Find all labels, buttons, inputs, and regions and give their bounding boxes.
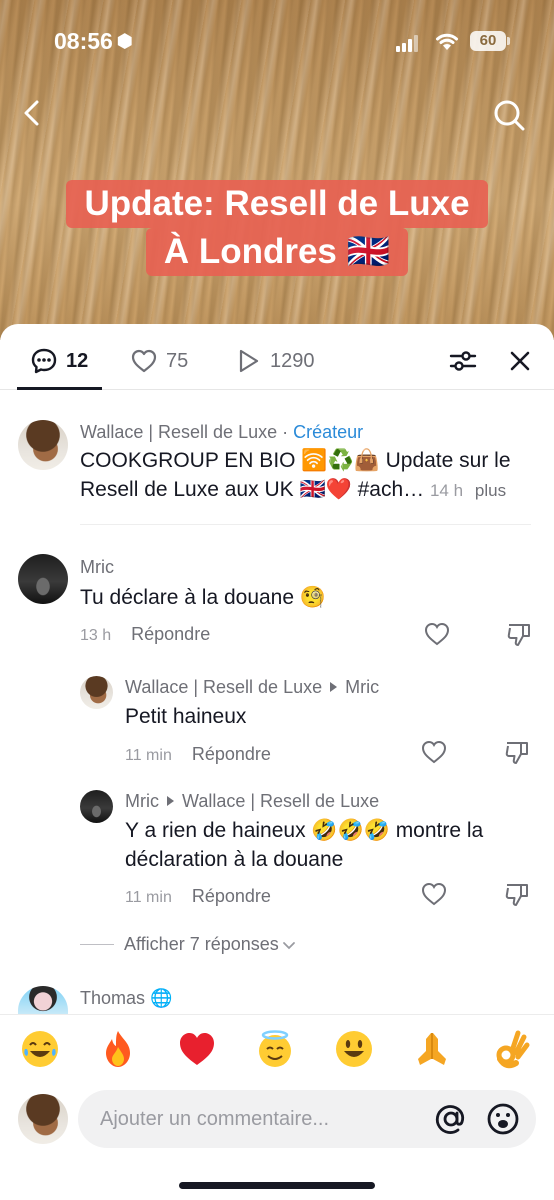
tab-views[interactable]: 1290 [234, 346, 315, 376]
dislike-icon[interactable] [505, 620, 533, 648]
emoji-button[interactable] [492, 1029, 532, 1069]
comment-time: 11 min [125, 889, 172, 906]
comments-count: 12 [66, 349, 89, 372]
reply-button[interactable]: Répondre [131, 624, 210, 644]
comment-author[interactable]: Wallace | Resell de Luxe · Créateur [80, 422, 363, 443]
comment-meta: 11 min Répondre [125, 744, 271, 765]
reply-arrow-icon [167, 796, 174, 806]
play-icon [239, 349, 259, 373]
like-heart-icon[interactable] [423, 620, 451, 648]
dislike-icon[interactable] [503, 880, 531, 908]
comment-time: 13 h [80, 627, 112, 644]
smiley-emoji-icon [336, 1031, 372, 1067]
video-title-line-2: À Londres 🇬🇧 [145, 228, 409, 276]
comment-composer[interactable] [78, 1090, 536, 1148]
dislike-icon[interactable] [503, 738, 531, 766]
emoji-button[interactable] [255, 1029, 295, 1069]
comments-sheet: 12 75 1290 Wallace | Resell de Luxe · Cr… [0, 324, 554, 1200]
signal-icon [396, 34, 420, 52]
back-icon[interactable] [18, 98, 48, 128]
comment-author[interactable]: Wallace | Resell de Luxe Mric [125, 677, 379, 698]
reply-arrow-icon [330, 682, 338, 692]
emoji-picker-icon[interactable] [486, 1102, 520, 1136]
comment-meta: 13 h Répondre [80, 624, 210, 645]
comment-time: 14 h [429, 481, 464, 500]
creator-badge: Créateur [293, 422, 364, 442]
mention-icon[interactable] [434, 1102, 468, 1136]
heart-emoji-icon [180, 1033, 214, 1065]
avatar[interactable] [18, 986, 68, 1014]
home-indicator [179, 1182, 375, 1189]
avatar[interactable] [80, 676, 113, 709]
emoji-button[interactable] [98, 1029, 138, 1069]
ok-hand-emoji-icon [496, 1030, 530, 1069]
comment-meta: 11 min Répondre [125, 886, 271, 907]
comment-text: Tu déclare à la douane 🧐 [80, 586, 327, 609]
angel-emoji-icon [259, 1030, 291, 1067]
comment-author[interactable]: Thomas 🌐 [80, 988, 172, 1009]
tab-likes[interactable]: 75 [130, 346, 188, 376]
divider [80, 524, 531, 525]
chevron-down-icon [282, 941, 295, 949]
box-icon: ⬢ [116, 31, 133, 51]
comment-author[interactable]: Mric [80, 557, 114, 578]
avatar[interactable] [18, 420, 68, 470]
comment-time: 11 min [125, 747, 172, 764]
search-icon[interactable] [492, 98, 526, 132]
laughing-emoji-icon [22, 1031, 58, 1067]
emoji-quick-bar [0, 1014, 554, 1084]
divider [80, 944, 114, 945]
tab-comments[interactable]: 12 [30, 346, 88, 376]
comment-input[interactable] [100, 1090, 430, 1148]
show-replies-button[interactable]: Afficher 7 réponses [80, 934, 296, 955]
emoji-button[interactable] [334, 1029, 374, 1069]
tab-bar: 12 75 1290 [0, 324, 554, 390]
views-count: 1290 [270, 349, 315, 372]
reply-button[interactable]: Répondre [192, 886, 271, 906]
emoji-button[interactable] [412, 1029, 452, 1069]
battery-icon: 60 [470, 31, 510, 51]
like-heart-icon[interactable] [420, 880, 448, 908]
comment-text: Y a rien de haineux 🤣🤣🤣 montre la déclar… [125, 819, 484, 871]
my-avatar [18, 1094, 68, 1144]
close-icon[interactable] [503, 344, 537, 378]
avatar[interactable] [80, 790, 113, 823]
fire-emoji-icon [106, 1031, 130, 1067]
comment-author[interactable]: Mric Wallace | Resell de Luxe [125, 791, 379, 812]
video-preview[interactable]: 08:56 ⬢ 60 Update: Resell de Luxe À Londr… [0, 0, 554, 340]
active-tab-indicator [17, 387, 102, 390]
video-title: Update: Resell de Luxe À Londres 🇬🇧 [38, 180, 516, 276]
filter-icon[interactable] [446, 344, 480, 378]
comment-text: COOKGROUP EN BIO 🛜♻️👜 Update sur le Rese… [80, 449, 511, 501]
reply-button[interactable]: Répondre [192, 744, 271, 764]
status-time: 08:56 ⬢ [54, 28, 133, 54]
emoji-button[interactable] [177, 1029, 217, 1069]
comment-icon [31, 348, 57, 374]
more-link[interactable]: plus [475, 481, 506, 500]
emoji-button[interactable] [20, 1029, 60, 1069]
video-title-line-1: Update: Resell de Luxe [66, 180, 488, 228]
avatar[interactable] [18, 554, 68, 604]
status-bar: 08:56 ⬢ 60 [0, 24, 554, 60]
heart-icon [131, 349, 157, 373]
like-heart-icon[interactable] [420, 738, 448, 766]
pray-emoji-icon [418, 1033, 446, 1065]
wifi-icon [436, 33, 458, 50]
likes-count: 75 [166, 349, 189, 372]
comment-text: Petit haineux [125, 705, 247, 728]
